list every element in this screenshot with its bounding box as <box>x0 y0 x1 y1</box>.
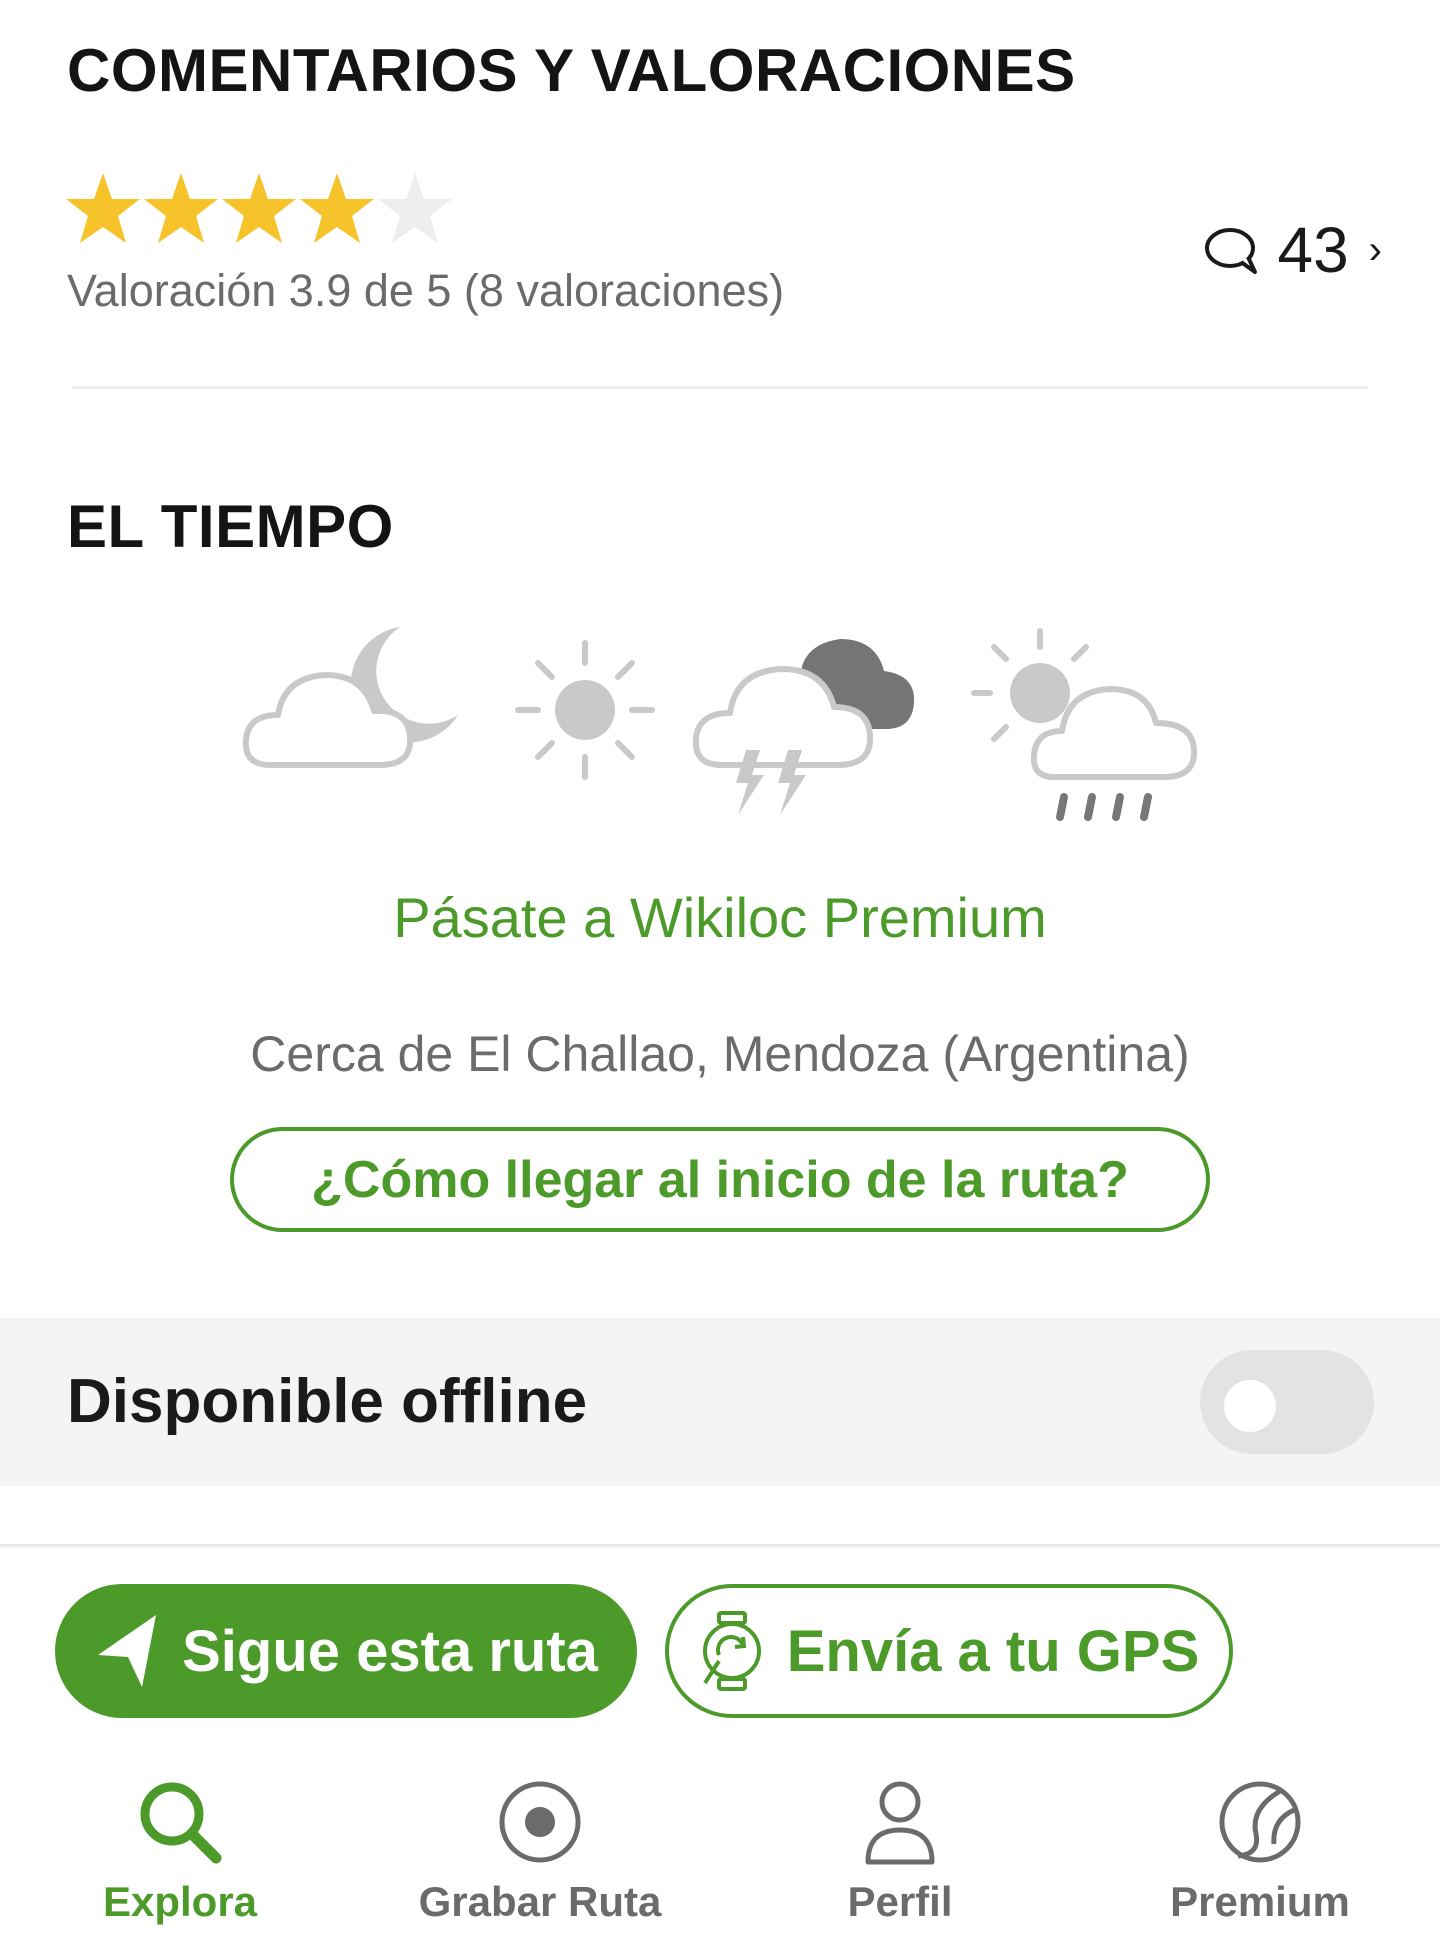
sun-rain-icon <box>971 628 1198 821</box>
follow-route-button[interactable]: Sigue esta ruta <box>55 1584 637 1718</box>
directions-to-start-button[interactable]: ¿Cómo llegar al inicio de la ruta? <box>230 1127 1210 1232</box>
star-filled-icon <box>222 173 296 243</box>
navigation-arrow-icon <box>98 1615 157 1687</box>
send-to-gps-button[interactable]: Envía a tu GPS <box>665 1584 1233 1718</box>
speech-bubble-icon <box>1205 228 1258 274</box>
bottom-navigation: Explora Grabar Ruta Perfil Premium <box>0 1760 1440 1954</box>
nav-label-explora: Explora <box>102 1878 258 1925</box>
nav-item-premium[interactable]: Premium <box>1110 1760 1410 1954</box>
comments-link[interactable]: 43 › <box>1203 210 1382 290</box>
star-rating <box>64 170 454 254</box>
nav-item-grabar-ruta[interactable]: Grabar Ruta <box>390 1760 690 1954</box>
chevron-right-icon: › <box>1368 227 1382 272</box>
sun-icon <box>515 640 655 780</box>
premium-ball-icon <box>1219 1781 1301 1863</box>
weather-section-title: EL TIEMPO <box>67 493 394 560</box>
section-divider <box>72 386 1368 389</box>
record-icon <box>499 1781 581 1863</box>
premium-upgrade-link[interactable]: Pásate a Wikiloc Premium <box>0 885 1440 950</box>
thunderstorm-icon <box>692 639 915 815</box>
offline-availability-row: Disponible offline <box>0 1318 1440 1486</box>
star-filled-icon <box>144 173 218 243</box>
cloud-moon-icon <box>242 627 458 768</box>
follow-route-label: Sigue esta ruta <box>182 1618 598 1684</box>
reviews-section-title: COMENTARIOS Y VALORACIONES <box>67 37 1076 104</box>
toggle-knob <box>1224 1380 1276 1432</box>
rating-summary-text: Valoración 3.9 de 5 (8 valoraciones) <box>67 265 785 316</box>
nav-label-perfil: Perfil <box>847 1878 953 1925</box>
nav-item-perfil[interactable]: Perfil <box>750 1760 1050 1954</box>
user-icon <box>865 1781 935 1865</box>
nav-label-grabar-ruta: Grabar Ruta <box>418 1878 662 1925</box>
nav-label-premium: Premium <box>1170 1878 1350 1925</box>
star-filled-icon <box>300 173 374 243</box>
offline-toggle[interactable] <box>1200 1350 1374 1454</box>
nav-item-explora[interactable]: Explora <box>30 1760 330 1954</box>
action-bar-shadow <box>0 1544 1440 1550</box>
offline-label: Disponible offline <box>67 1367 588 1436</box>
weather-location-text: Cerca de El Challao, Mendoza (Argentina) <box>250 1026 1190 1082</box>
star-filled-icon <box>66 173 140 243</box>
star-empty-icon <box>378 173 452 243</box>
weather-forecast-icons <box>0 615 1440 835</box>
watch-sync-icon <box>702 1611 761 1691</box>
comments-count: 43 <box>1277 214 1349 286</box>
search-icon <box>140 1782 222 1864</box>
route-detail-screen: COMENTARIOS Y VALORACIONES Valoración 3.… <box>0 0 1440 1954</box>
send-to-gps-label: Envía a tu GPS <box>786 1618 1200 1684</box>
